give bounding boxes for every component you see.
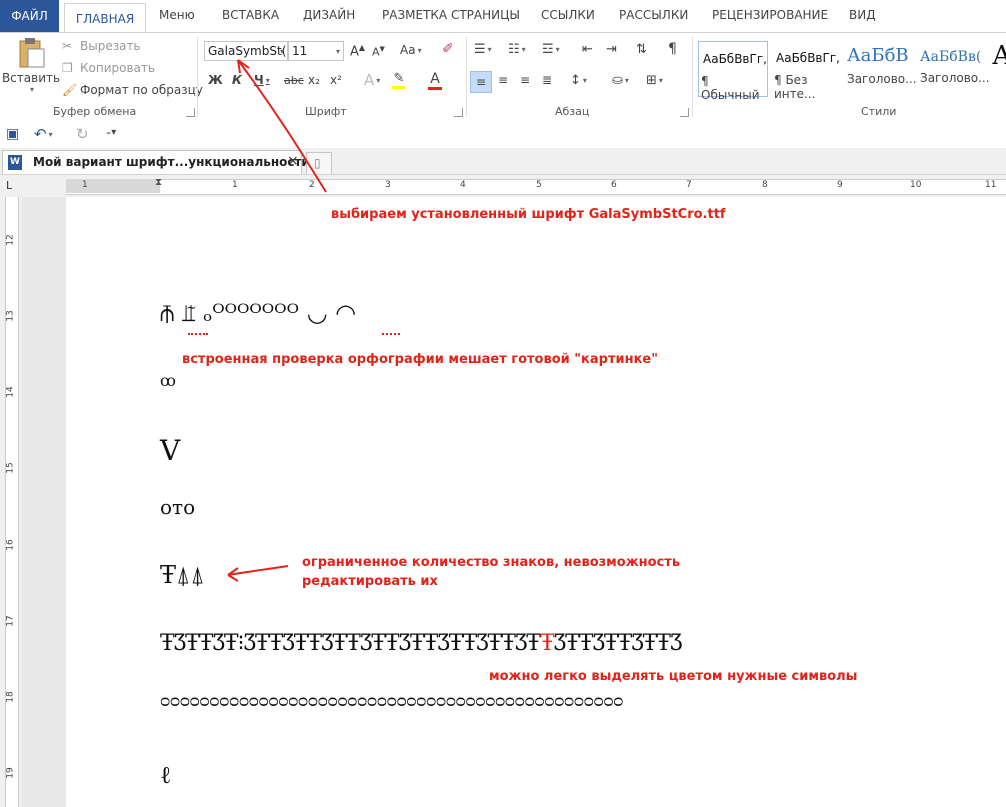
annotation-arrows — [227, 59, 327, 582]
arrow-to-symbols — [227, 565, 289, 576]
arrow-to-font-box — [237, 59, 327, 193]
